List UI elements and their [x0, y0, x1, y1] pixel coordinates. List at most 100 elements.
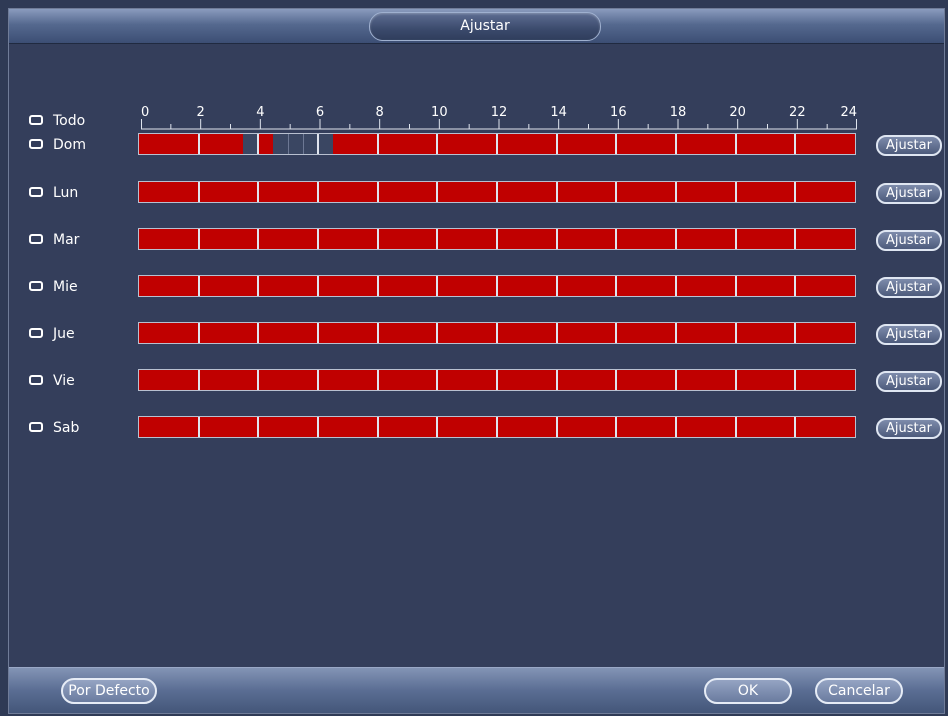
- day-row-dom[interactable]: Dom: [29, 135, 86, 155]
- two-hour-divider: [615, 370, 618, 390]
- checkbox-icon: [29, 375, 43, 385]
- schedule-bar-lun[interactable]: [138, 181, 856, 203]
- checkbox-icon: [29, 139, 43, 149]
- two-hour-divider: [615, 417, 618, 437]
- ruler-tick-label: 18: [670, 105, 687, 120]
- set-button-dom[interactable]: Ajustar: [876, 135, 942, 156]
- two-hour-divider: [317, 276, 319, 296]
- two-hour-divider: [734, 417, 737, 437]
- two-hour-divider: [496, 417, 498, 437]
- two-hour-divider: [555, 182, 558, 202]
- set-button-mar[interactable]: Ajustar: [876, 230, 942, 251]
- day-label: Lun: [53, 185, 79, 201]
- ruler-tick-label: 2: [197, 105, 205, 120]
- two-hour-divider: [257, 323, 260, 343]
- schedule-bar-vie[interactable]: [138, 369, 856, 391]
- two-hour-divider: [197, 229, 200, 249]
- two-hour-divider: [794, 417, 797, 437]
- two-hour-divider: [376, 276, 379, 296]
- checkbox-icon: [29, 187, 43, 197]
- two-hour-divider: [197, 323, 200, 343]
- two-hour-divider: [734, 182, 737, 202]
- day-row-vie[interactable]: Vie: [29, 371, 75, 391]
- day-row-jue[interactable]: Jue: [29, 324, 75, 344]
- two-hour-divider: [615, 229, 618, 249]
- two-hour-divider: [555, 417, 558, 437]
- ruler-tick-label: 22: [789, 105, 806, 120]
- day-label: Sab: [53, 420, 80, 436]
- two-hour-divider: [794, 229, 797, 249]
- two-hour-divider: [555, 276, 558, 296]
- two-hour-divider: [675, 229, 677, 249]
- two-hour-divider: [376, 229, 379, 249]
- two-hour-divider: [317, 229, 319, 249]
- schedule-bar-mar[interactable]: [138, 228, 856, 250]
- schedule-bar-jue[interactable]: [138, 322, 856, 344]
- two-hour-divider: [436, 134, 439, 154]
- two-hour-divider: [496, 323, 498, 343]
- two-hour-divider: [734, 134, 737, 154]
- two-hour-divider: [675, 182, 677, 202]
- day-row-mar[interactable]: Mar: [29, 230, 79, 250]
- two-hour-divider: [496, 134, 498, 154]
- two-hour-divider: [376, 370, 379, 390]
- schedule-bar-dom[interactable]: [138, 133, 856, 155]
- two-hour-divider: [615, 323, 618, 343]
- two-hour-divider: [675, 417, 677, 437]
- day-label: Dom: [53, 137, 86, 153]
- day-row-mie[interactable]: Mie: [29, 277, 78, 297]
- ok-button[interactable]: OK: [704, 678, 792, 704]
- two-hour-divider: [615, 134, 618, 154]
- day-row-lun[interactable]: Lun: [29, 183, 78, 203]
- ruler-tick-label: 12: [491, 105, 508, 120]
- two-hour-divider: [615, 182, 618, 202]
- ruler-tick-label: 10: [431, 105, 448, 120]
- two-hour-divider: [317, 323, 319, 343]
- two-hour-divider: [675, 276, 677, 296]
- two-hour-divider: [376, 182, 379, 202]
- schedule-dialog: Ajustar Todo 0 2 4 6 8 10 12 14 16 18 20 22 24 Dom A…: [8, 8, 945, 714]
- two-hour-divider: [555, 229, 558, 249]
- two-hour-divider: [734, 370, 737, 390]
- select-all-label: Todo: [53, 113, 86, 129]
- two-hour-divider: [197, 182, 200, 202]
- set-button-lun[interactable]: Ajustar: [876, 183, 942, 204]
- two-hour-divider: [257, 417, 260, 437]
- dialog-title: Ajustar: [369, 12, 601, 41]
- day-label: Vie: [53, 373, 75, 389]
- set-button-vie[interactable]: Ajustar: [876, 371, 942, 392]
- unscheduled-segment: [243, 134, 259, 154]
- two-hour-divider: [257, 276, 260, 296]
- set-button-sab[interactable]: Ajustar: [876, 418, 942, 439]
- checkbox-icon: [29, 281, 43, 291]
- two-hour-divider: [675, 134, 677, 154]
- checkbox-icon: [29, 115, 43, 125]
- day-row-sab[interactable]: Sab: [29, 418, 79, 438]
- two-hour-divider: [794, 134, 797, 154]
- two-hour-divider: [615, 276, 618, 296]
- two-hour-divider: [257, 182, 260, 202]
- ruler-tick-label: 24: [840, 105, 857, 120]
- cancel-button[interactable]: Cancelar: [815, 678, 903, 704]
- two-hour-divider: [555, 323, 558, 343]
- ruler-tick-label: 0: [141, 105, 149, 120]
- two-hour-divider: [436, 370, 439, 390]
- two-hour-divider: [197, 370, 200, 390]
- checkbox-icon: [29, 422, 43, 432]
- schedule-bar-mie[interactable]: [138, 275, 856, 297]
- two-hour-divider: [317, 134, 319, 154]
- two-hour-divider: [436, 417, 439, 437]
- two-hour-divider: [675, 370, 677, 390]
- day-label: Mar: [53, 232, 80, 248]
- set-button-mie[interactable]: Ajustar: [876, 277, 942, 298]
- set-button-jue[interactable]: Ajustar: [876, 324, 942, 345]
- two-hour-divider: [496, 276, 498, 296]
- two-hour-divider: [496, 182, 498, 202]
- two-hour-divider: [317, 182, 319, 202]
- schedule-bar-sab[interactable]: [138, 416, 856, 438]
- two-hour-divider: [436, 323, 439, 343]
- select-all-checkbox[interactable]: Todo: [29, 111, 85, 131]
- default-button[interactable]: Por Defecto: [61, 678, 157, 704]
- time-ruler: 0 2 4 6 8 10 12 14 16 18 20 22 24: [141, 105, 857, 130]
- two-hour-divider: [496, 229, 498, 249]
